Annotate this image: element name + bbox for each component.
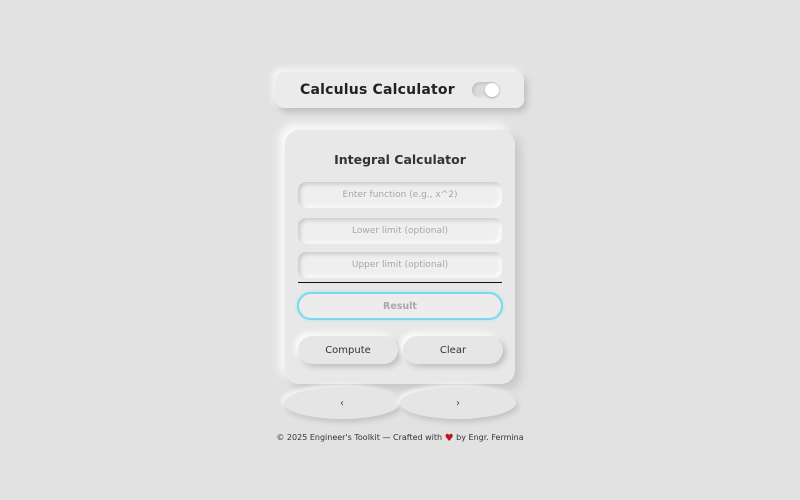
page: Calculus Calculator Integral Calculator …: [0, 0, 800, 500]
chevron-left-icon: ‹: [340, 397, 344, 409]
footer-text-after: by Engr. Fermina: [456, 433, 524, 442]
divider: [298, 282, 502, 283]
upper-limit-input[interactable]: [298, 252, 502, 278]
app-header: Calculus Calculator: [276, 72, 524, 108]
next-button[interactable]: ›: [400, 387, 516, 419]
footer-text-before: © 2025 Engineer's Toolkit — Crafted with: [276, 433, 443, 442]
chevron-right-icon: ›: [456, 397, 460, 409]
clear-button[interactable]: Clear: [403, 336, 503, 364]
lower-limit-input[interactable]: [298, 218, 502, 244]
function-input[interactable]: [298, 182, 502, 208]
integral-calculator-card: Integral Calculator Result Compute Clear: [285, 130, 515, 384]
footer: © 2025 Engineer's Toolkit — Crafted with…: [0, 433, 800, 444]
heart-icon: ♥: [444, 433, 454, 444]
previous-button[interactable]: ‹: [284, 387, 400, 419]
result-display: Result: [297, 292, 503, 320]
compute-button[interactable]: Compute: [298, 336, 398, 364]
toggle-knob: [485, 83, 499, 97]
theme-toggle[interactable]: [472, 82, 500, 98]
card-title: Integral Calculator: [334, 152, 466, 167]
app-title: Calculus Calculator: [300, 82, 455, 98]
